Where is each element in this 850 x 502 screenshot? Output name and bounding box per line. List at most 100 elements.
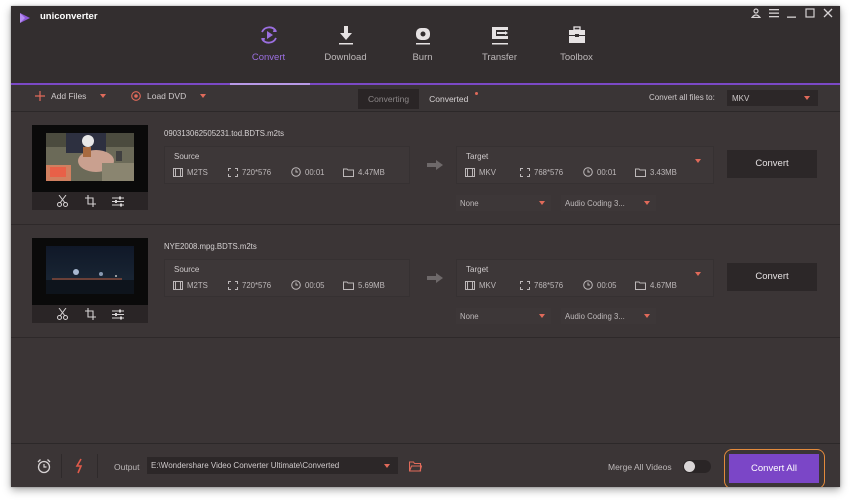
- status-segment: Converting Converted: [358, 89, 485, 109]
- tab-convert[interactable]: Convert: [230, 24, 307, 63]
- source-resolution: 720*576: [242, 280, 272, 290]
- close-icon[interactable]: [822, 8, 834, 22]
- burn-disc-icon: [412, 24, 434, 46]
- resolution-icon: [228, 167, 238, 177]
- footer: Output E:\Wondershare Video Converter Ul…: [11, 443, 840, 487]
- resolution-icon: [520, 167, 530, 177]
- subtitle-select[interactable]: None: [456, 308, 551, 324]
- chevron-down-icon: [804, 96, 810, 100]
- target-info: MKV 768*576 00:05 4.67MB: [465, 280, 677, 290]
- target-format-dropdown[interactable]: [691, 155, 705, 167]
- tab-toolbox[interactable]: Toolbox: [538, 24, 615, 63]
- file-name: 090313062505231.tod.BDTS.m2ts: [164, 129, 285, 138]
- add-files-button[interactable]: Add Files: [35, 91, 107, 101]
- source-info-panel: Source M2TS 720*576 00:05 5.69MB: [164, 259, 410, 297]
- trim-scissors-icon[interactable]: [56, 308, 68, 320]
- output-path-value: E:\Wondershare Video Converter Ultimate\…: [151, 461, 340, 470]
- file-row: NYE2008.mpg.BDTS.m2ts Source M2TS 720*57…: [11, 226, 840, 338]
- target-title: Target: [466, 265, 489, 274]
- video-thumbnail[interactable]: [32, 238, 148, 323]
- maximize-icon[interactable]: [804, 8, 816, 22]
- folder-icon: [635, 281, 646, 290]
- divider: [61, 454, 62, 478]
- file-row: 090313062505231.tod.BDTS.m2ts Source M2T…: [11, 113, 840, 225]
- source-duration: 00:05: [305, 280, 325, 290]
- folder-icon: [343, 281, 354, 290]
- tab-converted-label: Converted: [429, 94, 469, 104]
- minimize-icon[interactable]: [786, 8, 798, 22]
- add-files-dropdown-icon[interactable]: [100, 94, 107, 98]
- video-frame-image: [46, 133, 134, 181]
- source-size: 5.69MB: [358, 280, 385, 290]
- load-dvd-dropdown-icon[interactable]: [200, 94, 207, 98]
- toggle-knob: [684, 461, 695, 472]
- video-preview[interactable]: [32, 238, 148, 305]
- toolbar: Add Files Load DVD Converting Converted …: [11, 85, 840, 112]
- load-dvd-button[interactable]: Load DVD: [131, 91, 207, 101]
- convert-all-button[interactable]: Convert All: [729, 454, 819, 483]
- schedule-alarm-icon[interactable]: [36, 458, 52, 474]
- clock-icon: [291, 167, 301, 177]
- crop-icon[interactable]: [84, 308, 96, 320]
- audio-track-select[interactable]: Audio Coding 3...: [561, 308, 656, 324]
- chevron-down-icon: [539, 314, 545, 318]
- main-tabs: Convert Download Burn Transfer Toolbox: [230, 24, 615, 63]
- film-icon: [173, 280, 183, 290]
- output-format-value: MKV: [732, 93, 750, 103]
- merge-all-videos-label: Merge All Videos: [608, 462, 672, 472]
- output-label: Output: [114, 462, 140, 472]
- target-info-panel[interactable]: Target MKV 768*576 00:01 3.43MB: [456, 146, 714, 184]
- source-title: Source: [174, 152, 200, 161]
- target-info-panel[interactable]: Target MKV 768*576 00:05 4.67MB: [456, 259, 714, 297]
- thumbnail-tools: [32, 192, 148, 210]
- resolution-icon: [228, 280, 238, 290]
- chevron-down-icon: [644, 201, 650, 205]
- load-dvd-label: Load DVD: [147, 91, 187, 101]
- resolution-icon: [520, 280, 530, 290]
- tab-transfer[interactable]: Transfer: [461, 24, 538, 63]
- dvd-icon: [131, 91, 141, 101]
- add-files-label: Add Files: [51, 91, 87, 101]
- target-duration: 00:01: [597, 167, 617, 177]
- video-thumbnail[interactable]: [32, 125, 148, 210]
- crop-icon[interactable]: [84, 195, 96, 207]
- tab-convert-label: Convert: [251, 52, 286, 63]
- menu-icon[interactable]: [768, 8, 780, 22]
- tab-download-label: Download: [324, 52, 367, 63]
- subtitle-select[interactable]: None: [456, 195, 551, 211]
- tab-burn[interactable]: Burn: [384, 24, 461, 63]
- source-info: M2TS 720*576 00:05 5.69MB: [173, 280, 385, 290]
- open-folder-icon[interactable]: [407, 458, 423, 474]
- source-format: M2TS: [187, 280, 208, 290]
- audio-track-value: Audio Coding 3...: [565, 311, 625, 321]
- tab-converted[interactable]: Converted: [419, 89, 485, 109]
- output-path-select[interactable]: E:\Wondershare Video Converter Ultimate\…: [147, 457, 398, 474]
- app-logo-icon: [20, 13, 30, 23]
- film-icon: [173, 167, 183, 177]
- audio-track-select[interactable]: Audio Coding 3...: [561, 195, 656, 211]
- thumbnail-tools: [32, 305, 148, 323]
- clock-icon: [291, 280, 301, 290]
- folder-icon: [635, 168, 646, 177]
- folder-icon: [343, 168, 354, 177]
- effects-sliders-icon[interactable]: [112, 195, 124, 207]
- merge-videos-toggle[interactable]: [683, 460, 711, 473]
- tab-download[interactable]: Download: [307, 24, 384, 63]
- output-format-select[interactable]: MKV: [727, 90, 818, 106]
- clock-icon: [583, 167, 593, 177]
- trim-scissors-icon[interactable]: [56, 195, 68, 207]
- target-format-dropdown[interactable]: [691, 268, 705, 280]
- convert-button[interactable]: Convert: [727, 150, 817, 178]
- account-icon[interactable]: [750, 8, 762, 22]
- tab-converting[interactable]: Converting: [358, 89, 420, 109]
- video-preview[interactable]: [32, 125, 148, 192]
- convert-icon: [258, 24, 280, 46]
- notification-dot: [475, 92, 479, 95]
- effects-sliders-icon[interactable]: [112, 308, 124, 320]
- convert-button[interactable]: Convert: [727, 263, 817, 291]
- high-speed-lightning-icon[interactable]: [72, 458, 88, 474]
- chevron-down-icon: [695, 272, 701, 276]
- file-name: NYE2008.mpg.BDTS.m2ts: [164, 242, 257, 251]
- target-format: MKV: [479, 280, 496, 290]
- window-controls: [750, 8, 834, 22]
